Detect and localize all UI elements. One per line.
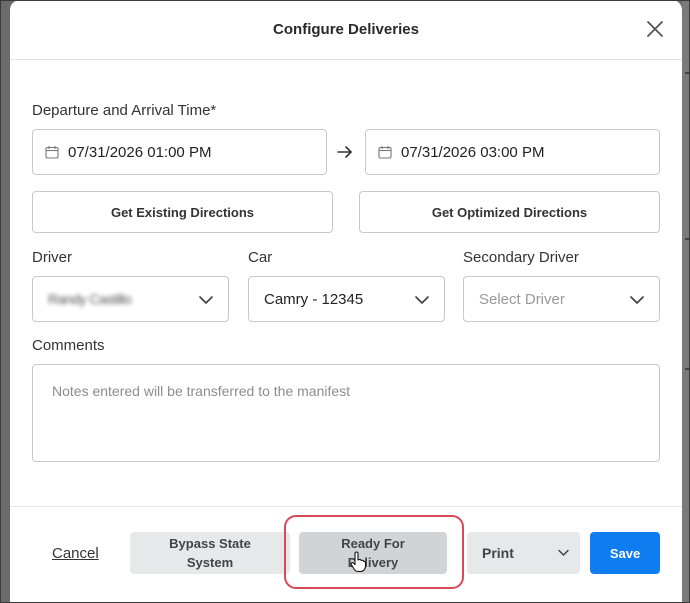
backdrop-mark [685,368,689,370]
secondary-driver-placeholder: Select Driver [479,290,565,308]
bypass-label-line2: System [186,555,234,570]
modal-header: Configure Deliveries [10,0,682,60]
backdrop-mark [685,72,689,74]
bypass-state-system-button[interactable]: Bypass State System [130,532,290,574]
calendar-icon [378,146,392,159]
modal-footer: Cancel Bypass State System Ready For Del… [10,506,682,603]
comments-label: Comments [32,337,105,354]
close-icon[interactable] [644,18,666,40]
save-button[interactable]: Save [590,532,660,574]
driver-select[interactable]: Randy Castillo [32,276,229,322]
print-select[interactable]: Print [467,532,580,574]
driver-label: Driver [32,249,72,266]
driver-select-value: Randy Castillo [48,291,132,307]
car-select[interactable]: Camry - 12345 [248,276,445,322]
bypass-state-system-label: Bypass State System [169,534,251,572]
chevron-down-icon [199,296,213,304]
departure-arrival-label: Departure and Arrival Time* [32,102,217,119]
chevron-down-icon [558,549,569,556]
departure-time-input[interactable]: 07/31/2026 01:00 PM [32,129,327,175]
secondary-driver-label: Secondary Driver [463,249,579,266]
backdrop-mark [685,238,689,240]
ready-label-line1: Ready For [341,536,405,551]
backdrop [682,0,690,603]
comments-textarea[interactable]: Notes entered will be transferred to the… [32,364,660,462]
get-optimized-directions-button[interactable]: Get Optimized Directions [359,191,660,233]
print-select-label: Print [482,545,514,561]
car-label: Car [248,249,273,266]
ready-for-delivery-button[interactable]: Ready For Delivery [299,532,447,574]
cancel-button[interactable]: Cancel [52,545,99,562]
bypass-label-line1: Bypass State [169,536,251,551]
secondary-driver-select[interactable]: Select Driver [463,276,660,322]
get-existing-directions-button[interactable]: Get Existing Directions [32,191,333,233]
comments-placeholder: Notes entered will be transferred to the… [52,383,351,399]
departure-time-value: 07/31/2026 01:00 PM [68,143,212,161]
modal-title: Configure Deliveries [273,21,419,38]
arrow-right-icon [337,146,352,158]
arrival-time-input[interactable]: 07/31/2026 03:00 PM [365,129,660,175]
calendar-icon [45,146,59,159]
arrival-time-value: 07/31/2026 03:00 PM [401,143,545,161]
car-select-value: Camry - 12345 [264,290,364,308]
configure-deliveries-modal: Configure Deliveries Departure and Arriv… [10,0,682,603]
chevron-down-icon [415,296,429,304]
hand-cursor-icon [350,551,366,573]
chevron-down-icon [630,296,644,304]
